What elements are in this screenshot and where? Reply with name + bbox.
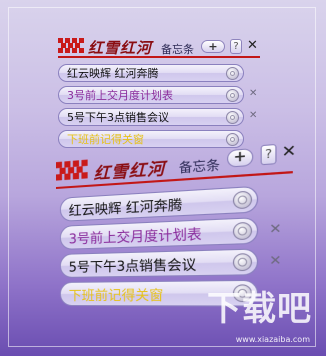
note-text: 红云映辉 红河奔腾: [68, 197, 183, 219]
note-item[interactable]: 3号前上交月度计划表 ✕: [59, 217, 282, 250]
note-text: 下班前记得关窗: [68, 287, 164, 304]
note-item[interactable]: 5号下午3点销售会议 ✕: [59, 248, 282, 278]
memo-widget-flat: 红雪红河 备忘条 + ? ✕ 红云映辉 红河奔腾 3号前上交月度计划表 ✕ 5号…: [58, 38, 268, 148]
note-complete-icon[interactable]: [232, 253, 253, 272]
note-item[interactable]: 3号前上交月度计划表 ✕: [58, 86, 257, 104]
note-delete-icon[interactable]: ✕: [249, 110, 257, 121]
widget-subtitle: 备忘条: [178, 157, 220, 176]
brand-logo-icon: [58, 38, 84, 53]
note-complete-icon[interactable]: [226, 67, 239, 80]
note-delete-icon[interactable]: ✕: [269, 252, 281, 268]
help-button[interactable]: ?: [260, 143, 277, 166]
note-item[interactable]: 红云映辉 红河奔腾: [59, 185, 259, 222]
note-complete-icon[interactable]: [226, 89, 239, 102]
note-text: 5号下午3点销售会议: [67, 111, 169, 124]
widget-subtitle: 备忘条: [161, 43, 194, 56]
header-divider: [58, 56, 260, 58]
watermark-url: www.xiazaiba.com: [235, 335, 310, 344]
note-item[interactable]: 红云映辉 红河奔腾: [58, 64, 244, 82]
help-button[interactable]: ?: [230, 39, 242, 54]
note-item[interactable]: 下班前记得关窗: [58, 130, 244, 148]
note-item[interactable]: 5号下午3点销售会议 ✕: [58, 108, 257, 126]
close-button[interactable]: ✕: [247, 38, 258, 53]
add-note-button[interactable]: +: [227, 147, 254, 168]
note-delete-icon[interactable]: ✕: [269, 221, 281, 237]
add-note-button[interactable]: +: [201, 40, 225, 53]
close-button[interactable]: ✕: [282, 142, 297, 161]
note-complete-icon[interactable]: [226, 111, 239, 124]
brand-logo-icon: [56, 159, 88, 181]
note-text: 下班前记得关窗: [67, 133, 144, 146]
note-text: 5号下午3点销售会议: [68, 257, 197, 276]
note-complete-icon[interactable]: [232, 221, 253, 241]
note-complete-icon[interactable]: [232, 190, 253, 210]
note-text: 3号前上交月度计划表: [68, 226, 202, 248]
note-delete-icon[interactable]: ✕: [249, 88, 257, 99]
watermark-logo: 下载吧: [207, 289, 312, 329]
note-text: 红云映辉 红河奔腾: [67, 67, 159, 80]
widget-header[interactable]: 红雪红河 备忘条 + ? ✕: [58, 38, 268, 58]
brand-title: 红雪红河: [88, 39, 153, 57]
note-text: 3号前上交月度计划表: [67, 89, 173, 102]
